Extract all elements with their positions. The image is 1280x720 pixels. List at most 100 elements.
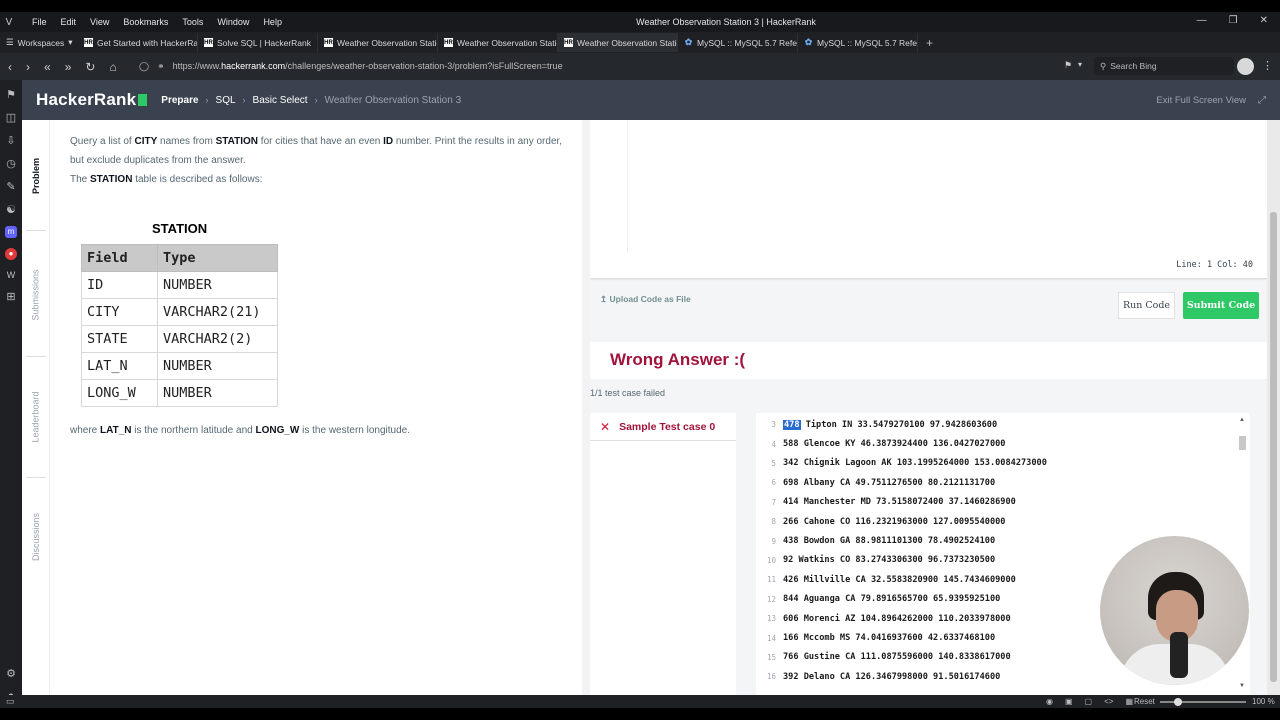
table-row: ID NUMBER [81, 271, 278, 299]
restore-icon[interactable]: ❐ [1229, 15, 1238, 26]
notes-icon[interactable]: ✎ [6, 180, 15, 193]
browser-tab[interactable]: HR Solve SQL | HackerRank [198, 33, 318, 52]
scroll-thumb[interactable] [1239, 436, 1246, 450]
zoom-slider-knob[interactable] [1174, 698, 1182, 706]
browser-tab[interactable]: ✿ MySQL :: MySQL 5.7 Reference [678, 33, 798, 52]
menu-edit[interactable]: Edit [61, 17, 77, 27]
hackerrank-favicon-icon: HR [564, 38, 573, 47]
menu-help[interactable]: Help [263, 17, 282, 27]
workspaces-button[interactable]: ☰ Workspaces ▾ [0, 37, 78, 48]
mysql-favicon-icon: ✿ [804, 37, 813, 47]
upload-code-button[interactable]: ↥ Upload Code as File [600, 294, 691, 305]
code-editor[interactable]: Line: 1 Col: 40 [590, 120, 1267, 278]
workspaces-icon: ☰ [6, 37, 14, 47]
submit-code-button[interactable]: Submit Code [1183, 292, 1259, 319]
table-cell: NUMBER [157, 379, 278, 407]
history-icon[interactable]: ◷ [6, 157, 16, 170]
recording-icon[interactable]: ● [5, 248, 17, 260]
station-schema-table: Field Type ID NUMBER CITY VARCHAR2(21) STA… [81, 244, 278, 407]
output-line: 12 844 Aguanga CA 79.8916565700 65.939592… [766, 594, 1001, 605]
output-line: 5 342 Chignik Lagoon AK 103.1995264000 15… [771, 458, 1047, 469]
code-icon[interactable]: <> [1104, 697, 1113, 706]
menu-bookmarks[interactable]: Bookmarks [123, 17, 168, 27]
run-code-button[interactable]: Run Code [1118, 292, 1175, 319]
downloads-icon[interactable]: ⇩ [6, 134, 15, 147]
problem-line-1: Query a list of CITY names from STATION … [70, 136, 563, 147]
url-field[interactable]: ◯ ⚭ https://www.hackerrank.com/challenge… [139, 57, 1089, 75]
browser-tab[interactable]: ✿ MySQL :: MySQL 5.7 Reference [798, 33, 918, 52]
zoom-level: 100 % [1252, 697, 1275, 706]
panel-toggle-icon[interactable]: ▭ [6, 696, 15, 707]
scroll-down-icon[interactable]: ▼ [1239, 683, 1245, 689]
exit-fullscreen-link[interactable]: Exit Full Screen View [1156, 95, 1246, 106]
chevron-right-icon: › [314, 95, 318, 105]
tab-problem[interactable]: Problem [22, 148, 50, 204]
browser-tab[interactable]: HR Weather Observation Station [318, 33, 438, 52]
output-line: 13 606 Morenci AZ 104.8964262000 110.2033… [766, 613, 1011, 624]
menu-tools[interactable]: Tools [182, 17, 203, 27]
browser-tab[interactable]: HR Get Started with HackerRank [78, 33, 198, 52]
vivaldi-logo-icon[interactable]: V [0, 17, 18, 28]
tab-leaderboard[interactable]: Leaderboard [22, 382, 50, 452]
search-placeholder: Search Bing [1110, 61, 1157, 71]
wiki-icon[interactable]: W [7, 270, 16, 280]
profile-avatar[interactable] [1237, 58, 1254, 75]
reading-list-icon[interactable]: ◫ [6, 111, 16, 124]
pane-splitter[interactable] [582, 120, 590, 695]
tab-label: Weather Observation Station [457, 37, 558, 48]
table-row: STATE VARCHAR2(2) [81, 325, 278, 353]
breadcrumb-prepare[interactable]: Prepare [161, 95, 198, 106]
home-icon[interactable]: ⌂ [109, 60, 116, 74]
tab-discussions[interactable]: Discussions [22, 502, 50, 572]
rewind-icon[interactable]: « [44, 60, 51, 74]
table-row: LONG_W NUMBER [81, 379, 278, 407]
test-case-item[interactable]: ✕ Sample Test case 0 [590, 413, 736, 441]
zoom-slider[interactable] [1160, 701, 1246, 703]
mastodon-icon[interactable]: m [5, 226, 17, 238]
forward-icon[interactable]: › [26, 60, 30, 74]
browser-tab[interactable]: HR Weather Observation Station [438, 33, 558, 52]
vertical-tabs: Problem Submissions Leaderboard Discussi… [22, 120, 50, 695]
breadcrumb-sql[interactable]: SQL [216, 95, 236, 106]
tab-label: Solve SQL | HackerRank [217, 37, 312, 48]
breadcrumb-basic-select[interactable]: Basic Select [253, 95, 308, 106]
output-scrollbar[interactable]: ▲ ▼ [1238, 417, 1248, 689]
output-line: 4 588 Glencoe KY 46.3873924400 136.042702… [771, 439, 1006, 450]
column-header: Type [157, 244, 278, 272]
window-icon[interactable]: ▢ [1085, 697, 1093, 706]
reload-icon[interactable]: ↻ [85, 60, 95, 74]
output-line: 3 478 Tipton IN 33.5479270100 97.94286036… [771, 419, 998, 430]
page-scroll-thumb[interactable] [1270, 212, 1277, 682]
close-icon[interactable]: ✕ [1260, 15, 1268, 26]
add-panel-icon[interactable]: ⊞ [6, 290, 15, 303]
more-options-icon[interactable]: ⋮ [1262, 59, 1273, 72]
selected-text: 478 [783, 419, 801, 430]
menu-view[interactable]: View [90, 17, 109, 27]
back-icon[interactable]: ‹ [8, 60, 12, 74]
bookmarks-panel-icon[interactable]: ⚑ [6, 88, 16, 101]
chevron-right-icon: › [242, 95, 246, 105]
tab-submissions[interactable]: Submissions [22, 260, 50, 330]
hackerrank-favicon-icon: HR [324, 38, 333, 47]
fullscreen-icon[interactable]: ⤢ [1258, 95, 1266, 106]
new-tab-icon[interactable]: + [926, 36, 933, 50]
search-input[interactable]: ⚲ Search Bing [1094, 57, 1234, 75]
zoom-reset[interactable]: Reset [1134, 697, 1155, 706]
scroll-up-icon[interactable]: ▲ [1239, 417, 1245, 423]
translate-icon[interactable]: ☯ [6, 203, 16, 216]
tile-icon[interactable]: ▣ [1065, 697, 1073, 706]
table-cell: NUMBER [157, 271, 278, 299]
bookmark-icon[interactable]: ⚑ [1064, 60, 1072, 71]
minimize-icon[interactable]: — [1197, 15, 1207, 26]
fast-forward-icon[interactable]: » [65, 60, 72, 74]
browser-tab-active[interactable]: HR Weather Observation Station [558, 33, 678, 52]
camera-icon[interactable]: ◉ [1046, 697, 1053, 706]
image-icon[interactable]: ▦ [1125, 697, 1133, 706]
page-scrollbar[interactable] [1267, 120, 1280, 695]
menu-file[interactable]: File [32, 17, 47, 27]
hackerrank-logo[interactable]: HackerRank [36, 90, 148, 110]
menu-window[interactable]: Window [217, 17, 249, 27]
tab-label: MySQL :: MySQL 5.7 Reference [697, 37, 797, 48]
settings-gear-icon[interactable]: ⚙ [6, 667, 16, 680]
chevron-down-icon[interactable]: ▾ [1078, 60, 1082, 69]
